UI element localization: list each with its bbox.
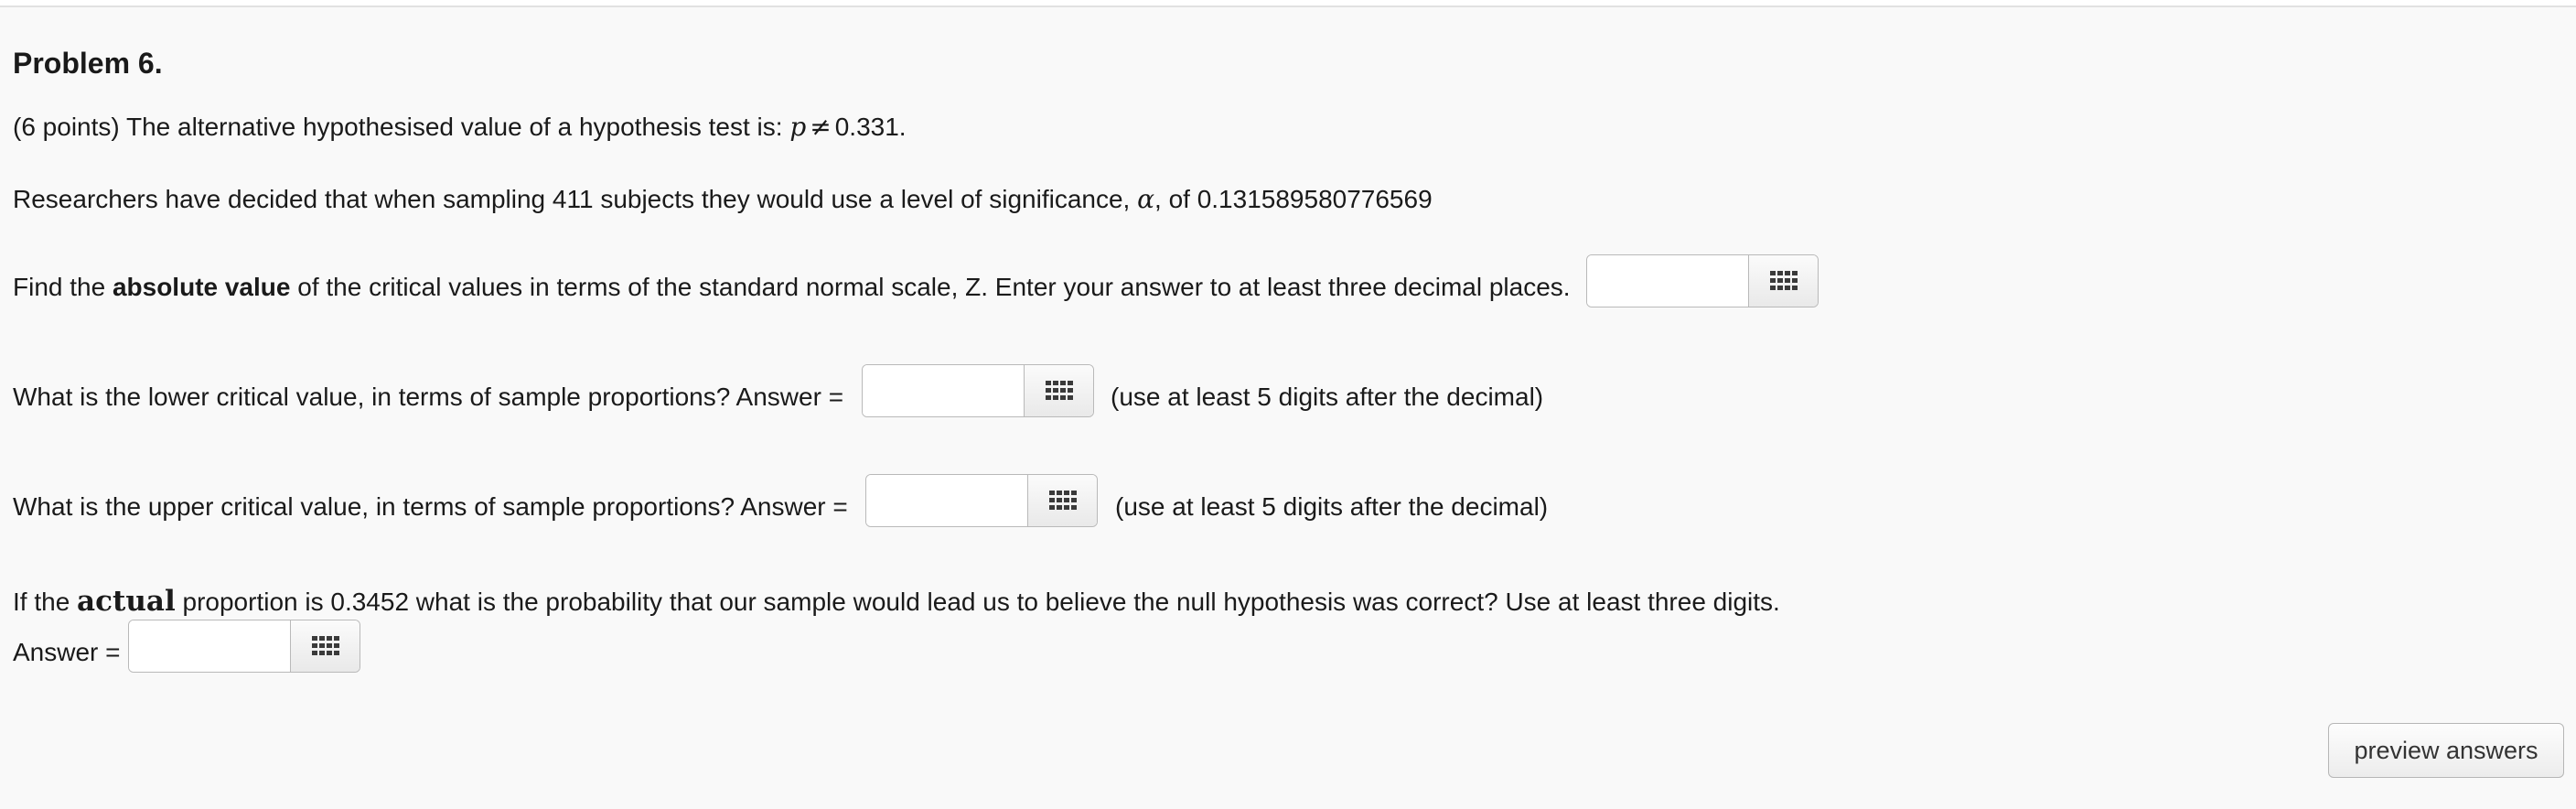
answer-field-3 [865, 474, 1098, 527]
q4-suffix: proportion is 0.3452 what is the probabi… [182, 588, 1780, 616]
question-2-text: What is the lower critical value, in ter… [13, 383, 844, 411]
question-3-text: What is the upper critical value, in ter… [13, 492, 848, 521]
problem-title: Problem 6. [13, 47, 163, 80]
intro-prefix: (6 points) The alternative hypothesised … [13, 113, 783, 141]
question-3-hint: (use at least 5 digits after the decimal… [1115, 492, 1549, 521]
q1-prefix: Find the [13, 273, 106, 301]
equation-editor-button-4[interactable] [290, 620, 360, 672]
answer-field-1 [1586, 254, 1819, 307]
intro-value: 0.331. [834, 113, 907, 141]
question-4-answer-label: Answer = [13, 638, 121, 666]
question-2-hint: (use at least 5 digits after the decimal… [1111, 383, 1544, 411]
grid-icon [1045, 381, 1073, 400]
answer-input-3[interactable] [866, 475, 1027, 526]
alpha-symbol: α [1137, 184, 1155, 214]
grid-icon [311, 636, 339, 655]
answer-input-4[interactable] [129, 620, 290, 672]
answer-input-2[interactable] [863, 365, 1024, 416]
problem-container: Problem 6. (6 points) The alternative hy… [0, 5, 2576, 809]
answer-input-1[interactable] [1587, 255, 1748, 307]
q1-bold: absolute value [112, 273, 291, 301]
intro-variable: p [789, 112, 807, 142]
intro-line: (6 points) The alternative hypothesised … [13, 112, 907, 143]
answer-field-2 [862, 364, 1094, 417]
q4-prefix: If the [13, 588, 70, 616]
researchers-line: Researchers have decided that when sampl… [13, 184, 1433, 215]
equation-editor-button-1[interactable] [1748, 255, 1818, 307]
equation-editor-button-2[interactable] [1024, 365, 1093, 416]
grid-icon [1769, 271, 1798, 290]
preview-answers-button[interactable]: preview answers [2328, 723, 2564, 778]
equation-editor-button-3[interactable] [1027, 475, 1097, 526]
researchers-prefix: Researchers have decided that when sampl… [13, 185, 1131, 213]
researchers-suffix: , of 0.131589580776569 [1154, 185, 1433, 213]
not-equal-symbol: ≠ [810, 112, 832, 142]
question-1-text: Find the absolute value of the critical … [13, 272, 1571, 303]
question-4-text: If the actual proportion is 0.3452 what … [13, 586, 1780, 618]
answer-field-4 [128, 620, 360, 673]
q1-suffix: of the critical values in terms of the s… [297, 273, 1571, 301]
q4-bold: actual [77, 585, 176, 618]
grid-icon [1048, 491, 1077, 510]
